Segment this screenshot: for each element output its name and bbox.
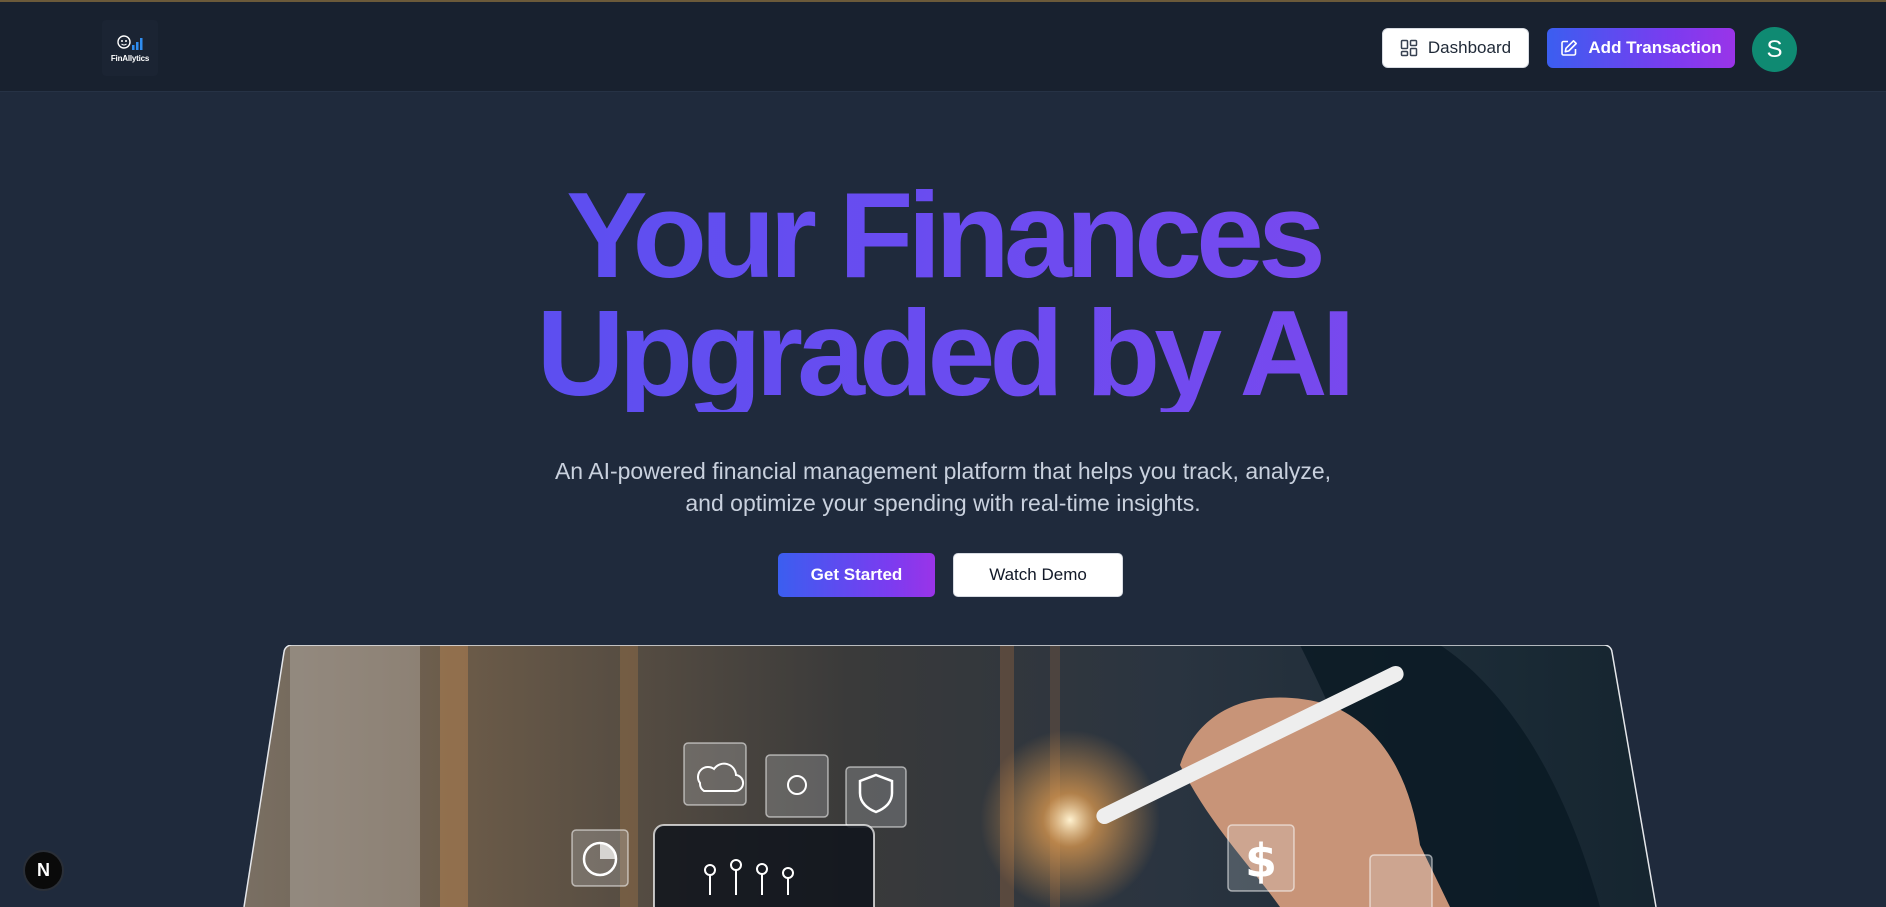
add-transaction-button[interactable]: Add Transaction [1547,28,1735,68]
add-transaction-label: Add Transaction [1588,38,1722,57]
dashboard-button[interactable]: Dashboard [1382,28,1529,68]
app-logo[interactable]: FinAllytics [102,20,158,76]
logo-text: FinAllytics [110,54,150,63]
robot-chart-logo-icon [117,35,143,50]
svg-text:$: $ [1245,834,1277,888]
user-avatar[interactable]: S [1752,27,1797,72]
pen-square-icon [1561,40,1578,56]
watch-demo-button[interactable]: Watch Demo [953,553,1123,597]
dashboard-button-label: Dashboard [1427,38,1512,57]
layout-grid-icon [1400,39,1418,57]
nextjs-icon[interactable]: N [23,850,64,891]
get-started-button[interactable]: Get Started [778,553,935,597]
hero-image: $ [243,645,1657,907]
hero-subtitle: An AI-powered financial management platf… [554,458,1332,516]
hero-title-line-2: Upgraded by AI [0,292,1886,414]
navbar: FinAllytics Dashboard Add Transaction S [0,2,1886,92]
hero-title-line-1: Your Finances [0,174,1886,296]
hero-title: Your Finances Upgraded by AI [0,174,1886,414]
